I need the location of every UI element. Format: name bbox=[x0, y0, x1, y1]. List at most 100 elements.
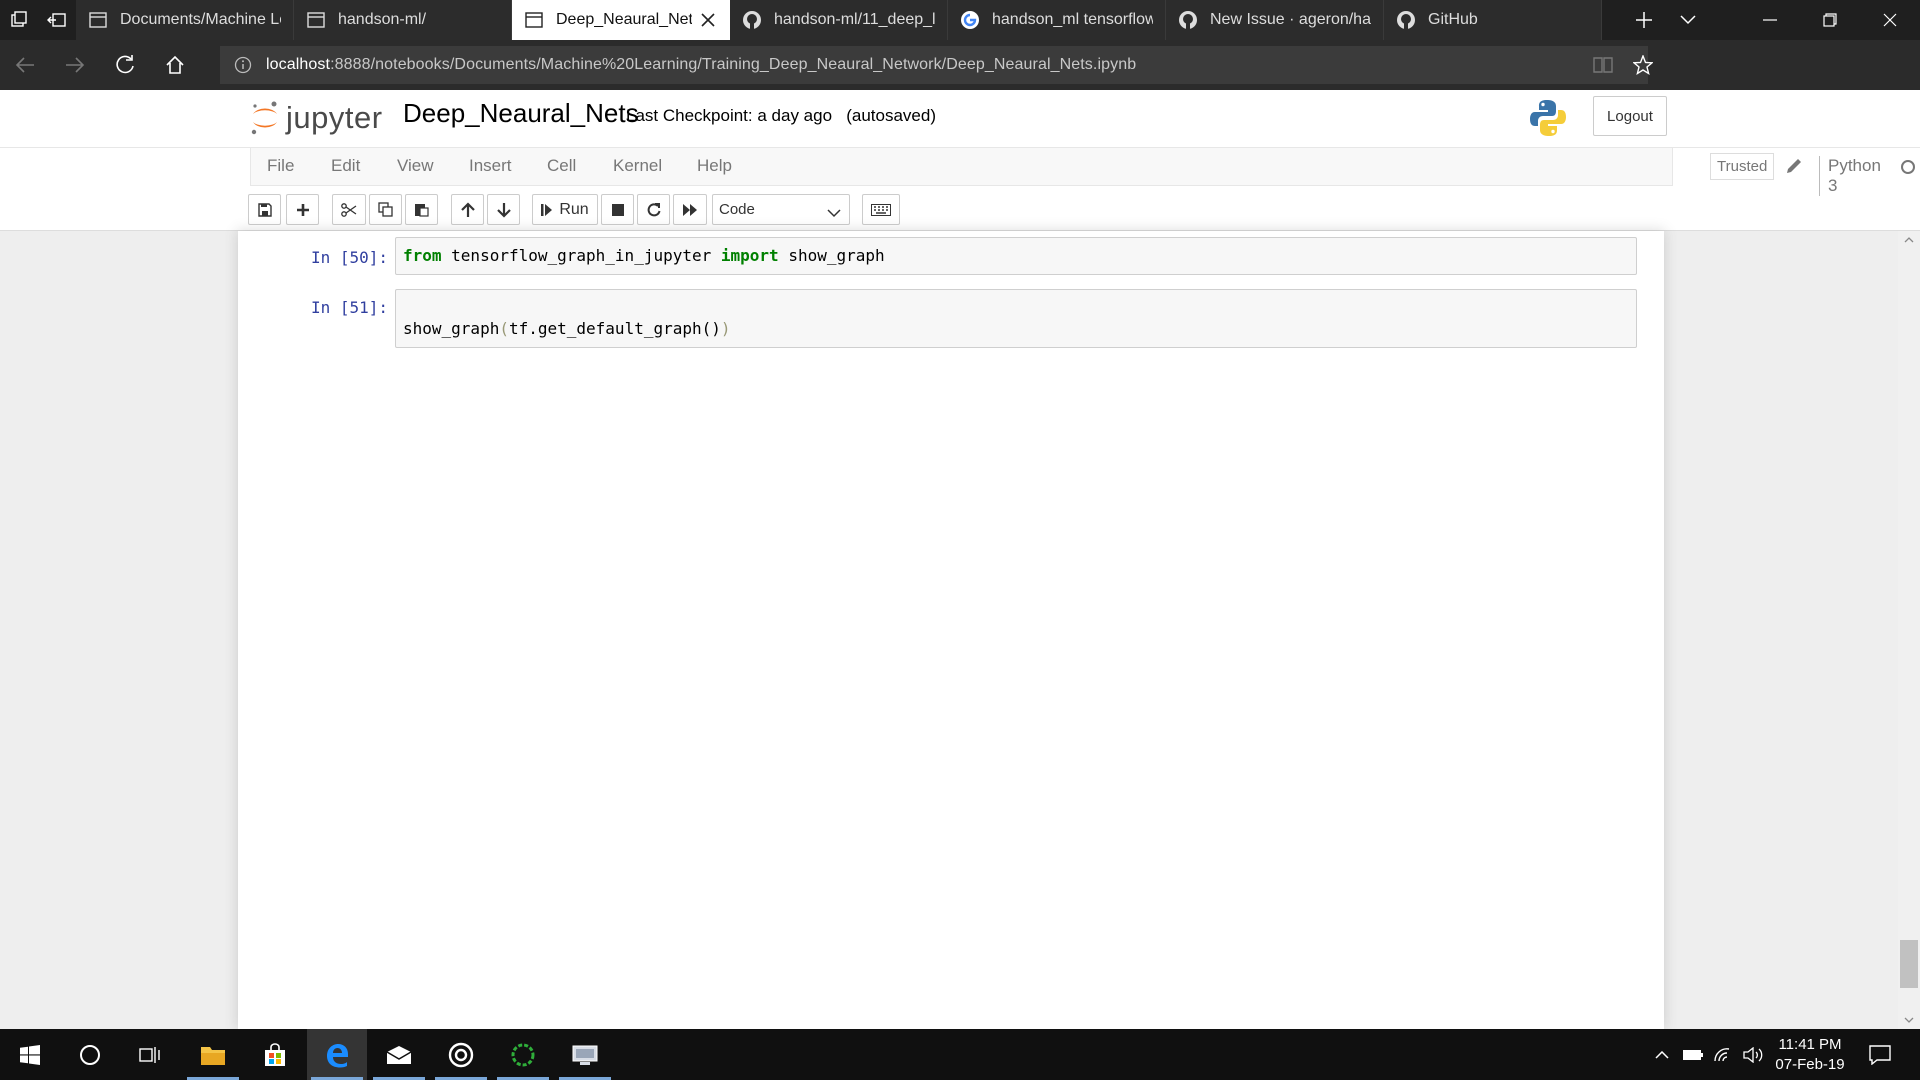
code-function: show_graph bbox=[403, 319, 500, 338]
media-app-icon[interactable] bbox=[431, 1029, 491, 1080]
close-tab-icon[interactable] bbox=[698, 10, 718, 30]
insert-cell-button[interactable] bbox=[286, 194, 319, 225]
clock-time: 11:41 PM bbox=[1778, 1036, 1842, 1053]
file-explorer-icon[interactable] bbox=[183, 1029, 243, 1080]
set-tabs-aside-icon[interactable] bbox=[38, 0, 76, 40]
menu-view[interactable]: View bbox=[397, 156, 434, 176]
code-editor[interactable]: from tensorflow_graph_in_jupyter import … bbox=[395, 237, 1637, 275]
desktop-app-icon[interactable] bbox=[555, 1029, 615, 1080]
menu-container: File Edit View Insert Cell Kernel Help T… bbox=[250, 148, 1915, 196]
reading-view-icon[interactable] bbox=[1592, 54, 1614, 76]
menu-insert[interactable]: Insert bbox=[469, 156, 512, 176]
cortana-search-icon[interactable] bbox=[60, 1029, 120, 1080]
edge-browser-icon[interactable] bbox=[307, 1029, 367, 1080]
arrow-up-icon bbox=[460, 201, 475, 217]
chevron-down-icon[interactable] bbox=[1666, 0, 1710, 40]
browser-tab-active[interactable]: Deep_Neaural_Nets bbox=[512, 0, 730, 40]
save-icon bbox=[257, 202, 272, 217]
cell-type-select[interactable]: Code bbox=[712, 194, 850, 225]
url-text[interactable]: localhost:8888/notebooks/Documents/Machi… bbox=[266, 56, 1136, 74]
code-cell[interactable]: In [50]: from tensorflow_graph_in_jupyte… bbox=[252, 237, 1650, 275]
vertical-scrollbar[interactable] bbox=[1898, 231, 1920, 1029]
menu-help[interactable]: Help bbox=[697, 156, 732, 176]
move-down-button[interactable] bbox=[487, 194, 520, 225]
store-icon[interactable] bbox=[245, 1029, 305, 1080]
tab-label: Documents/Machine Le bbox=[120, 11, 281, 28]
notebook-name[interactable]: Deep_Neaural_Nets bbox=[403, 98, 639, 129]
scroll-up-icon[interactable] bbox=[1904, 237, 1914, 243]
restart-run-all-button[interactable] bbox=[673, 194, 707, 225]
browser-tab[interactable]: handson-ml/11_deep_l bbox=[730, 0, 948, 40]
tab-label: handson-ml/11_deep_l bbox=[774, 11, 935, 28]
logout-button[interactable]: Logout bbox=[1593, 96, 1667, 136]
tab-label: handson-ml/ bbox=[338, 11, 427, 28]
tab-label: handson_ml tensorflow bbox=[992, 11, 1153, 28]
forward-icon[interactable] bbox=[50, 40, 100, 90]
show-hidden-icons-chevron-icon[interactable] bbox=[1650, 1029, 1674, 1080]
kernel-name[interactable]: Python 3 bbox=[1819, 156, 1881, 196]
browser-tab[interactable]: handson-ml/ bbox=[294, 0, 512, 40]
refresh-icon[interactable] bbox=[100, 40, 150, 90]
clock-date: 07-Feb-19 bbox=[1775, 1056, 1845, 1073]
tab-strip-spacer[interactable] bbox=[1602, 0, 1622, 40]
trusted-indicator[interactable]: Trusted bbox=[1710, 153, 1775, 180]
back-icon[interactable] bbox=[0, 40, 50, 90]
progress-app-icon[interactable] bbox=[493, 1029, 553, 1080]
browser-tab[interactable]: GitHub bbox=[1384, 0, 1602, 40]
command-palette-button[interactable] bbox=[862, 194, 900, 225]
start-windows-icon[interactable] bbox=[0, 1029, 60, 1080]
paste-button[interactable] bbox=[405, 194, 438, 225]
code-cell[interactable]: In [51]: show_graph(tf.get_default_graph… bbox=[252, 289, 1650, 349]
browser-tab[interactable]: Documents/Machine Le bbox=[76, 0, 294, 40]
mail-icon[interactable] bbox=[369, 1029, 429, 1080]
jupyter-header: jupyter Deep_Neaural_Nets Last Checkpoin… bbox=[0, 90, 1920, 147]
code-argument: tf.get_default_graph() bbox=[508, 319, 721, 338]
cut-button[interactable] bbox=[332, 194, 366, 225]
home-icon[interactable] bbox=[150, 40, 200, 90]
favorite-star-icon[interactable] bbox=[1632, 54, 1654, 76]
checkpoint-status: Last Checkpoint: a day ago (autosaved) bbox=[626, 106, 936, 126]
browser-tab[interactable]: handson_ml tensorflow bbox=[948, 0, 1166, 40]
paste-icon bbox=[415, 204, 429, 217]
info-icon[interactable] bbox=[232, 54, 254, 76]
windows-taskbar: 11:41 PM 07-Feb-19 bbox=[0, 1029, 1920, 1080]
volume-icon[interactable] bbox=[1740, 1029, 1766, 1080]
wifi-icon[interactable] bbox=[1710, 1029, 1736, 1080]
browser-tab[interactable]: New Issue · ageron/har bbox=[1166, 0, 1384, 40]
menu-cell[interactable]: Cell bbox=[547, 156, 576, 176]
checkpoint-text: Last Checkpoint: a day ago bbox=[626, 106, 833, 125]
menu-edit[interactable]: Edit bbox=[331, 156, 360, 176]
run-button[interactable]: Run bbox=[532, 194, 598, 225]
tab-actions-icon[interactable] bbox=[0, 0, 38, 40]
address-bar[interactable]: localhost:8888/notebooks/Documents/Machi… bbox=[220, 46, 1653, 84]
jupyter-logo[interactable]: jupyter bbox=[250, 100, 383, 136]
save-button[interactable] bbox=[248, 194, 281, 225]
code-paren: ( bbox=[499, 319, 509, 338]
action-center-icon[interactable] bbox=[1862, 1029, 1898, 1080]
battery-icon[interactable] bbox=[1680, 1029, 1706, 1080]
new-tab-icon[interactable] bbox=[1622, 0, 1666, 40]
minimize-icon[interactable] bbox=[1740, 0, 1800, 40]
move-up-button[interactable] bbox=[451, 194, 484, 225]
taskbar-clock[interactable]: 11:41 PM 07-Feb-19 bbox=[1770, 1035, 1850, 1075]
code-module: tensorflow_graph_in_jupyter bbox=[441, 246, 721, 265]
python-logo-icon bbox=[1530, 100, 1566, 136]
restore-icon[interactable] bbox=[1800, 0, 1860, 40]
github-icon bbox=[1178, 10, 1198, 30]
menu-file[interactable]: File bbox=[267, 156, 294, 176]
edit-mode-pencil-icon bbox=[1785, 157, 1803, 175]
fast-forward-icon bbox=[683, 203, 697, 216]
code-editor[interactable]: show_graph(tf.get_default_graph()) bbox=[395, 289, 1637, 348]
copy-button[interactable] bbox=[369, 194, 402, 225]
run-label: Run bbox=[559, 200, 589, 218]
autosave-status: (autosaved) bbox=[846, 106, 936, 125]
interrupt-kernel-button[interactable] bbox=[601, 194, 634, 225]
menu-kernel[interactable]: Kernel bbox=[613, 156, 662, 176]
restart-kernel-button[interactable] bbox=[637, 194, 670, 225]
task-view-icon[interactable] bbox=[120, 1029, 180, 1080]
close-window-icon[interactable] bbox=[1860, 0, 1920, 40]
scrollbar-thumb[interactable] bbox=[1900, 940, 1918, 988]
scroll-down-icon[interactable] bbox=[1904, 1017, 1914, 1023]
tab-label: New Issue · ageron/har bbox=[1210, 11, 1371, 28]
code-keyword: import bbox=[720, 246, 779, 265]
